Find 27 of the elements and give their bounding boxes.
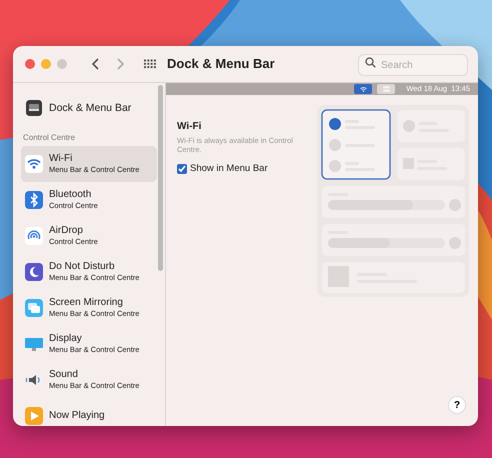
scrollbar[interactable] [158,85,163,271]
back-icon[interactable] [91,57,101,71]
forward-icon[interactable] [115,57,125,71]
wifi-icon [358,85,368,93]
wifi-icon [25,155,43,173]
window-title: Dock & Menu Bar [167,55,275,74]
dock-icon [25,99,43,117]
moon-icon [25,263,43,281]
checkbox-label[interactable]: Show in Menu Bar [190,162,268,176]
section-header: Control Centre [23,133,76,143]
section-title: Wi-Fi [177,120,202,134]
menu-bar-item[interactable] [354,84,372,94]
bluetooth-icon [25,191,43,209]
sidebar-item[interactable]: Now Playing [21,398,157,426]
minimize-button[interactable] [41,59,51,69]
airdrop-icon [25,227,43,245]
screens-icon [25,299,43,317]
play-icon [25,407,43,425]
grid-icon[interactable] [143,57,157,71]
checkbox[interactable] [177,164,187,174]
help-button[interactable]: ? [448,396,466,414]
menu-bar-item[interactable] [377,84,396,94]
monitor-icon [25,335,43,353]
close-button[interactable] [25,59,35,69]
sidebar-item[interactable]: Dock & Menu Bar [21,96,157,120]
search-field[interactable]: Search [358,54,468,76]
toggles-icon [382,85,391,93]
